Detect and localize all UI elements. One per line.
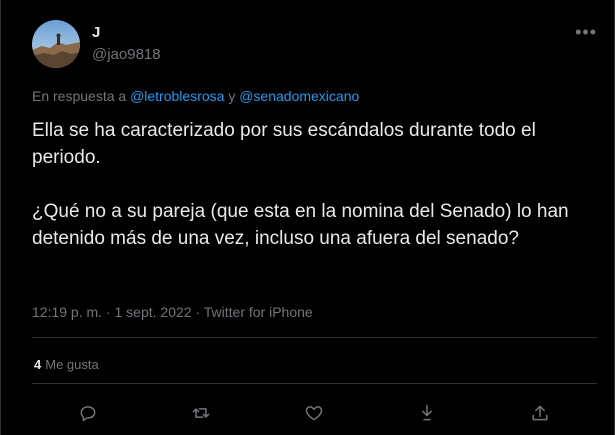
meta-separator: · (105, 304, 115, 320)
user-handle[interactable]: @jao9818 (92, 46, 161, 63)
tweet-paragraph: Ella se ha caracterizado por sus escánda… (32, 120, 536, 168)
display-name[interactable]: J (92, 24, 100, 41)
share-up-icon (532, 405, 548, 421)
reply-conjunction: y (228, 88, 236, 104)
tweet-date[interactable]: 1 sept. 2022 (115, 304, 192, 320)
reply-prefix: En respuesta a (32, 88, 127, 104)
likes-label: Me gusta (45, 357, 99, 372)
likes-count: 4 (34, 357, 42, 372)
more-horizontal-icon[interactable]: ••• (575, 22, 597, 43)
tweet-card: J @jao9818 ••• En respuesta a @letrobles… (0, 0, 615, 435)
tweet-metadata: 12:19 p. m. · 1 sept. 2022 · Twitter for… (32, 304, 313, 320)
avatar[interactable] (32, 20, 80, 68)
reply-context: En respuesta a @letroblesrosa y @senadom… (32, 88, 359, 104)
like-icon (305, 406, 323, 421)
meta-separator: · (195, 304, 204, 320)
retweet-button[interactable] (186, 398, 216, 428)
like-button[interactable] (299, 398, 329, 428)
reply-icon (80, 406, 96, 422)
share-down-icon (422, 404, 432, 421)
likes-stat[interactable]: 4 Me gusta (34, 357, 99, 372)
left-border (0, 0, 1, 435)
tweet-text: Ella se ha caracterizado por sus escánda… (32, 117, 592, 252)
mention-link[interactable]: @senadomexicano (239, 88, 359, 104)
divider (32, 337, 597, 338)
reply-button[interactable] (73, 398, 103, 428)
tweet-time[interactable]: 12:19 p. m. (32, 304, 102, 320)
action-bar (0, 398, 615, 428)
mention-link[interactable]: @letroblesrosa (130, 88, 224, 104)
retweet-icon (192, 408, 210, 418)
divider (32, 383, 597, 384)
share-up-button[interactable] (525, 398, 555, 428)
tweet-source[interactable]: Twitter for iPhone (204, 304, 313, 320)
tweet-paragraph: ¿Qué no a su pareja (que esta en la nomi… (32, 201, 569, 249)
share-down-button[interactable] (412, 398, 442, 428)
